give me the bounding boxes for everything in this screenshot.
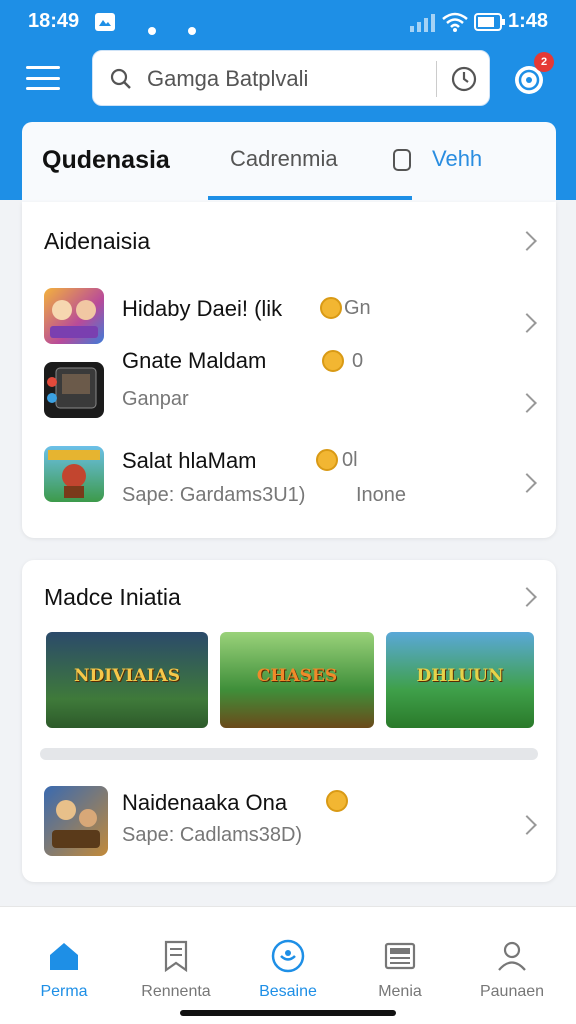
home-indicator[interactable] (180, 1010, 396, 1016)
bookmark-icon (164, 940, 188, 973)
chevron-right-icon[interactable] (517, 393, 537, 413)
bottom-navigation: Perma Rennenta Besaine Menia Paunaen (0, 906, 576, 1024)
chevron-right-icon[interactable] (517, 815, 537, 835)
app-extra: Gn (344, 297, 371, 319)
app-extra: 0l (342, 449, 358, 471)
app-name: Gnate Maldam (122, 348, 267, 373)
tab-cadrenmia[interactable]: Cadrenmia (230, 146, 338, 172)
wifi-icon (442, 12, 468, 38)
app-extra: 0 (352, 350, 364, 372)
banner-label: CHASES (256, 666, 338, 686)
app-name: Salat hlaMam (122, 448, 257, 473)
nav-label: Menia (378, 983, 422, 1000)
status-time: 18:49 (28, 10, 80, 32)
news-icon (384, 942, 416, 970)
banner-item[interactable]: DHLUUN (386, 632, 534, 728)
app-subtitle: Ganpar (122, 388, 189, 410)
nav-perma[interactable]: Perma (14, 923, 114, 1000)
banner-item[interactable]: NDIVIAIAS (46, 632, 208, 728)
status-bar: 18:49 1:48 (0, 10, 576, 35)
app-status: Inone (356, 484, 407, 506)
notification-dot-icon (148, 18, 156, 41)
nav-label: Besaine (259, 983, 317, 1000)
section-title: Aidenaisia (44, 228, 151, 254)
nav-rennenta[interactable]: Rennenta (126, 923, 226, 1000)
hamburger-icon (26, 66, 60, 69)
app-name: Hidaby Daei! (lik (122, 296, 283, 321)
banner-carousel: NDIVIAIAS CHASES DHLUUN (46, 632, 536, 728)
search-input[interactable]: Gamga Batplvali (147, 66, 308, 92)
app-name: Naidenaaka Ona (122, 790, 288, 815)
tab-vehh[interactable]: Vehh (432, 146, 482, 172)
status-time-secondary: 1:48 (507, 10, 548, 32)
app-subtitle: Sape: Gardams3U1) (122, 484, 306, 506)
tab-bar: Qudenasia Cadrenmia Vehh (22, 122, 556, 202)
app-thumbnail (44, 362, 104, 418)
bookmark-icon (392, 148, 412, 177)
list-item[interactable]: Hidaby Daei! (lik Gn (22, 282, 556, 362)
list-item[interactable]: Naidenaaka Ona Sape: Cadlams38D) (22, 782, 556, 862)
gallery-icon (94, 12, 116, 38)
list-item[interactable]: Gnate Maldam 0 Ganpar (22, 348, 556, 442)
carousel-scrollbar[interactable] (40, 748, 538, 760)
coin-icon (322, 350, 344, 372)
banner-item[interactable]: CHASES (220, 632, 374, 728)
app-subtitle: Sape: Cadlams38D) (122, 824, 303, 846)
chevron-right-icon[interactable] (517, 313, 537, 333)
person-icon (498, 941, 526, 971)
menu-button[interactable] (26, 64, 60, 92)
nav-label: Perma (40, 983, 88, 1000)
signal-icon (408, 12, 436, 38)
nav-menia[interactable]: Menia (350, 923, 450, 1000)
section-title: Madce Iniatia (44, 584, 181, 610)
chevron-right-icon[interactable] (517, 587, 537, 607)
tab-qudenasia[interactable]: Qudenasia (42, 146, 170, 175)
app-thumbnail (44, 288, 104, 344)
section-card-2: Madce Iniatia NDIVIAIAS CHASES DHLUUN Na… (22, 560, 556, 882)
banner-label: DHLUUN (416, 666, 504, 686)
chevron-right-icon[interactable] (517, 473, 537, 493)
game-controller-icon (271, 939, 305, 973)
home-icon (50, 943, 78, 970)
search-divider (436, 61, 437, 97)
active-tab-indicator (208, 196, 412, 200)
coin-icon (316, 449, 338, 471)
search-icon (109, 67, 133, 96)
nav-label: Rennenta (141, 983, 211, 1000)
list-item[interactable]: Salat hlaMam 0l Sape: Gardams3U1) Inone (22, 442, 556, 522)
notification-dot-icon (188, 18, 196, 41)
app-thumbnail (44, 446, 104, 502)
nav-besaine[interactable]: Besaine (238, 923, 338, 1000)
history-icon[interactable] (450, 65, 478, 98)
battery-icon (474, 12, 506, 38)
nav-label: Paunaen (479, 983, 545, 1000)
section-card-1: Aidenaisia Hidaby Daei! (lik Gn Gnate Ma… (22, 202, 556, 538)
chevron-right-icon[interactable] (517, 231, 537, 251)
nav-paunaen[interactable]: Paunaen (462, 923, 562, 1000)
notification-badge: 2 (534, 52, 554, 72)
banner-label: NDIVIAIAS (74, 666, 180, 686)
coin-icon (326, 790, 348, 812)
coin-icon (320, 297, 342, 319)
search-bar[interactable]: Gamga Batplvali (92, 50, 490, 106)
app-thumbnail (44, 786, 108, 856)
